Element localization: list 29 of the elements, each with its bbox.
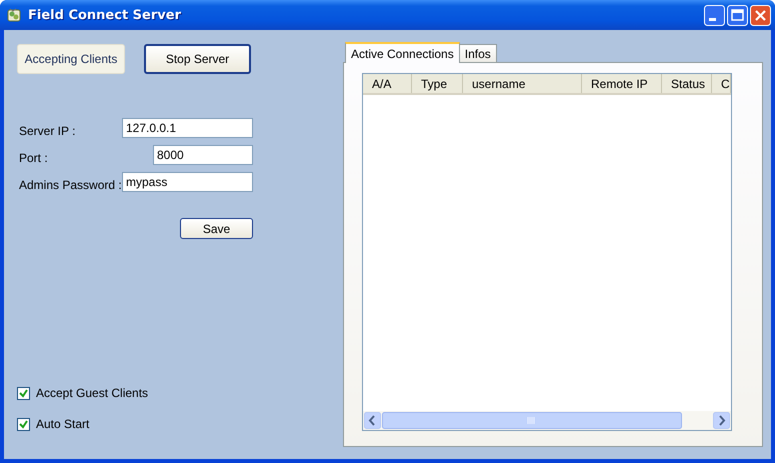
- field-label: Port :: [19, 151, 48, 165]
- tab[interactable]: Infos: [458, 44, 497, 62]
- field-label: Server IP :: [19, 124, 76, 138]
- column-header[interactable]: Remote IP: [582, 74, 662, 93]
- checkbox[interactable]: [17, 386, 30, 400]
- scrollbar-thumb[interactable]: [382, 412, 682, 429]
- input-field[interactable]: 8000: [153, 145, 253, 165]
- save-button[interactable]: Save: [180, 218, 253, 239]
- tab[interactable]: Active Connections: [345, 42, 460, 63]
- close-button[interactable]: [750, 4, 771, 26]
- column-header[interactable]: C: [712, 74, 731, 93]
- scroll-left-button[interactable]: [364, 412, 381, 429]
- window-title: Field Connect Server: [28, 8, 182, 22]
- input-field[interactable]: mypass: [122, 172, 253, 192]
- status-button[interactable]: Accepting Clients: [17, 44, 125, 74]
- checkbox-label: Accept Guest Clients: [36, 386, 148, 400]
- column-header[interactable]: A/A: [363, 74, 412, 93]
- checkbox[interactable]: [17, 418, 30, 430]
- column-header[interactable]: username: [463, 74, 582, 93]
- app-icon: [6, 7, 22, 23]
- field-label: Admins Password :: [19, 178, 122, 192]
- column-header[interactable]: Type: [412, 74, 463, 93]
- stop-server-button[interactable]: Stop Server: [144, 44, 251, 74]
- maximize-button[interactable]: [727, 4, 748, 26]
- scroll-right-button[interactable]: [713, 412, 730, 429]
- column-header[interactable]: Status: [662, 74, 712, 93]
- input-field[interactable]: 127.0.0.1: [122, 118, 253, 138]
- checkbox-label: Auto Start: [36, 417, 90, 431]
- minimize-button[interactable]: [704, 4, 725, 26]
